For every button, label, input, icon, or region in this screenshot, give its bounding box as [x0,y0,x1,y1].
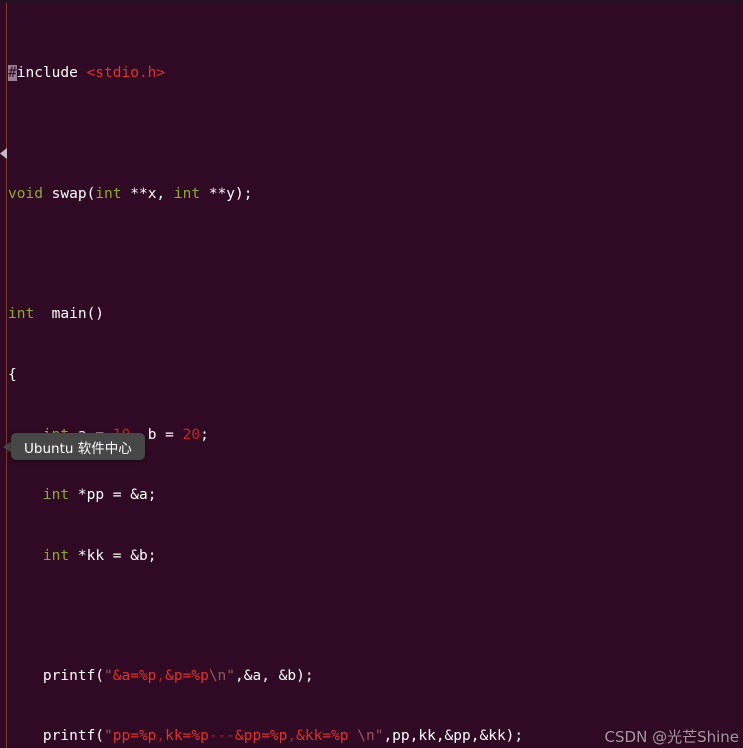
code-line: printf("&a=%p,&p=%p\n",&a, &b); [8,668,314,685]
text-cursor-block: # [8,65,17,82]
source-code-block[interactable]: #include <stdio.h> void swap(int **x, in… [0,3,743,748]
code-line: int main() [8,306,105,323]
code-editor-view[interactable]: #include <stdio.h> void swap(int **x, in… [0,0,743,748]
code-line: void swap(int **x, int **y); [8,185,253,202]
csdn-watermark: CSDN @光芒Shine [604,728,739,746]
code-line: #include <stdio.h> [8,65,166,82]
code-line: int *kk = &b; [42,547,157,564]
tooltip-label: Ubuntu 软件中心 [24,440,132,457]
code-line: { [8,366,17,383]
tooltip-ubuntu-software-center: Ubuntu 软件中心 [11,433,145,460]
code-line: int *pp = &a; [42,487,157,504]
